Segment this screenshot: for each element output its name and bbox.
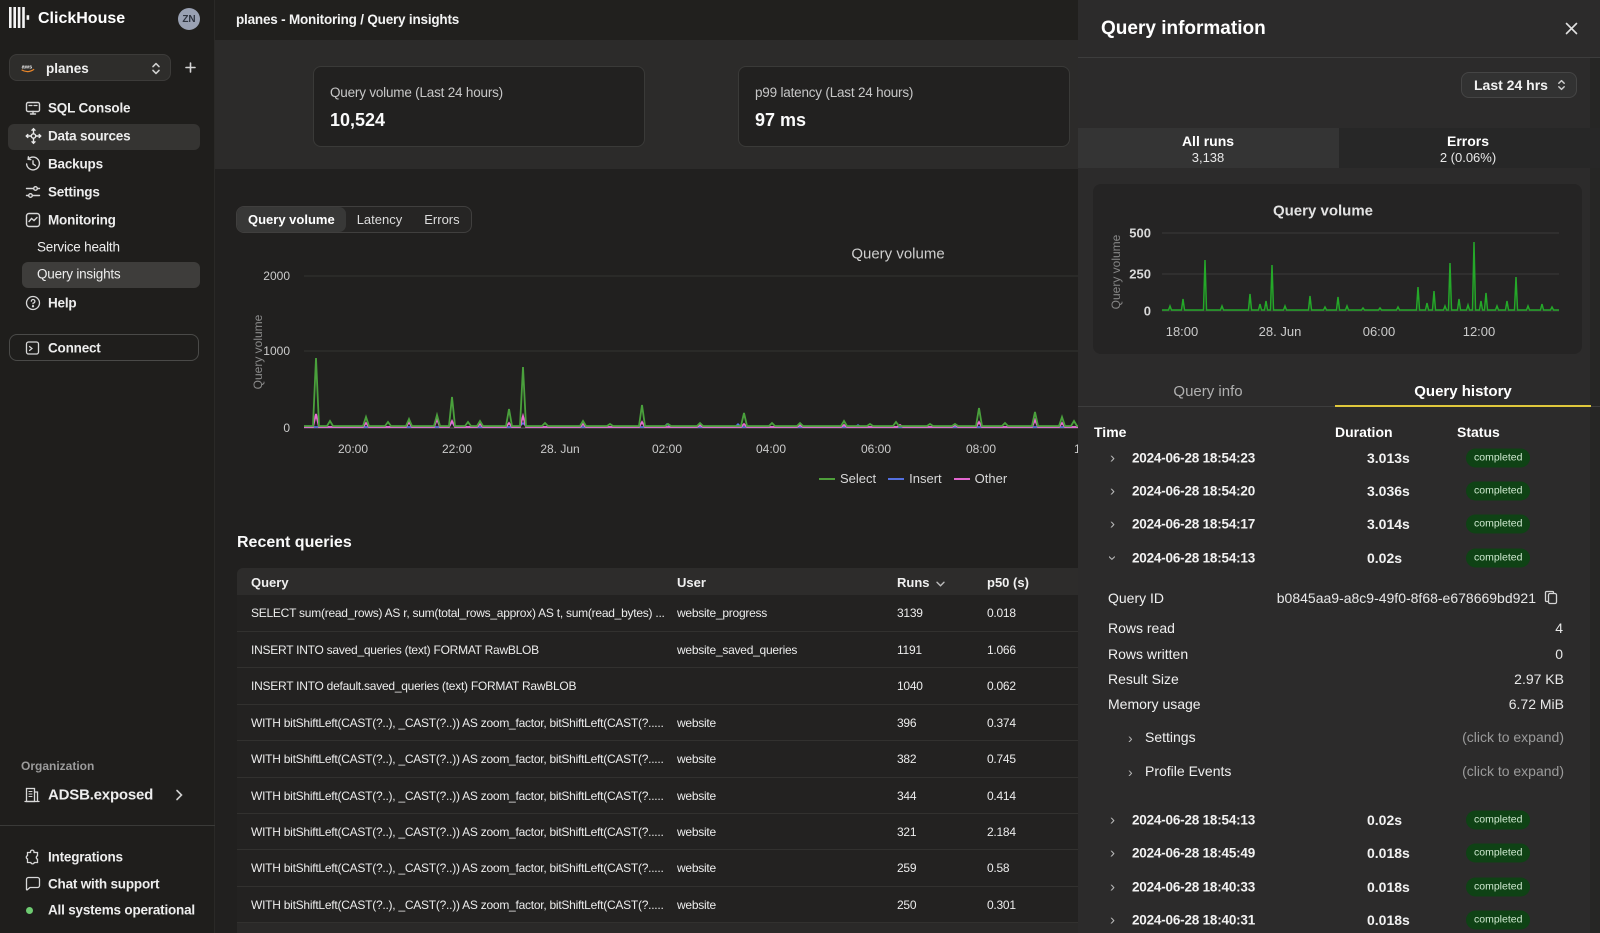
- svg-text:aws: aws: [22, 65, 33, 71]
